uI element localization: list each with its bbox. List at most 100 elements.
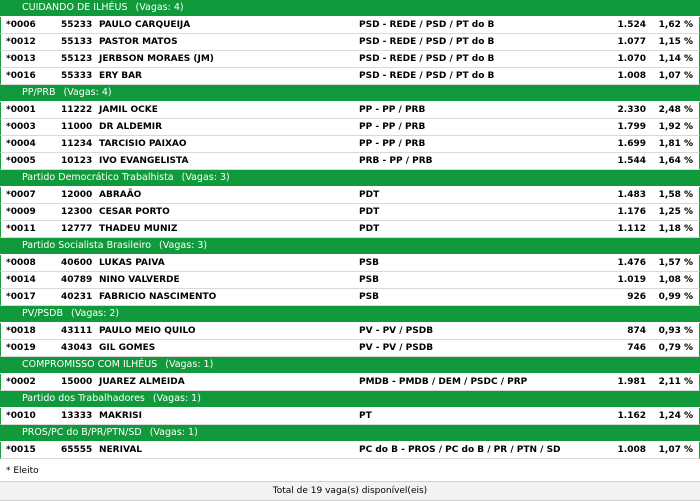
group-header: Partido Socialista Brasileiro (Vagas: 3) [0,238,700,254]
candidate-party: PP - PP / PRB [359,139,426,149]
candidate-percent: 1,57 % [658,258,693,268]
candidate-code: *0011 [6,224,36,234]
candidate-row: *0001 11222 JAMIL OCKE PP - PP / PRB 2.330 2,… [0,102,700,119]
candidate-percent: 1,18 % [658,224,693,234]
group-name: COMPROMISSO COM ILHÉUS [22,359,158,370]
candidate-row: *0006 55233 PAULO CARQUEIJA PSD - REDE / PS… [0,17,700,34]
candidate-percent: 2,11 % [658,377,693,387]
candidate-name: ABRAÃO [99,190,142,200]
candidate-number: 11234 [61,139,93,149]
candidate-code: *0006 [6,20,36,30]
group-name: Partido Socialista Brasileiro [22,240,152,251]
candidate-percent: 1,25 % [658,207,693,217]
group-name: PV/PSDB [22,308,64,319]
group-vagas: (Vagas: 1) [152,393,201,404]
candidate-party: PSD - REDE / PSD / PT do B [359,37,495,47]
candidate-party: PP - PP / PRB [359,122,426,132]
candidate-name: GIL GOMES [99,343,156,353]
group-vagas: (Vagas: 3) [159,240,208,251]
group-header: CUIDANDO DE ILHÉUS (Vagas: 4) [0,0,700,16]
candidate-number: 12000 [61,190,93,200]
candidate-name: THADEU MUNIZ [99,224,178,234]
candidate-percent: 1,81 % [658,139,693,149]
group-vagas: (Vagas: 2) [71,308,120,319]
candidate-code: *0019 [6,343,36,353]
candidate-row: *0016 55333 ERY BAR PSD - REDE / PSD / PT d… [0,68,700,85]
candidate-number: 11000 [61,122,93,132]
group-vagas: (Vagas: 3) [181,172,230,183]
candidate-votes: 1.524 [617,20,646,30]
group-header: PV/PSDB (Vagas: 2) [0,306,700,322]
candidate-code: *0009 [6,207,36,217]
candidate-code: *0008 [6,258,36,268]
candidate-party: PSD - REDE / PSD / PT do B [359,20,495,30]
candidate-code: *0010 [6,411,36,421]
candidate-name: IVO EVANGELISTA [99,156,189,166]
candidate-percent: 0,93 % [658,326,693,336]
candidate-party: PSB [359,292,379,302]
candidate-name: FABRICIO NASCIMENTO [99,292,217,302]
candidate-party: PC do B - PROS / PC do B / PR / PTN / SD [359,445,561,455]
candidate-row: *0012 55133 PASTOR MATOS PSD - REDE / PSD /… [0,34,700,51]
candidate-number: 40600 [61,258,93,268]
candidate-votes: 1.019 [617,275,646,285]
candidate-row: *0009 12300 CESAR PORTO PDT 1.176 1,25 % [0,204,700,221]
candidate-percent: 2,48 % [658,105,693,115]
candidate-name: MAKRISI [99,411,143,421]
candidate-code: *0017 [6,292,36,302]
candidate-votes: 1.008 [617,445,646,455]
candidate-number: 40231 [61,292,93,302]
candidate-code: *0013 [6,54,36,64]
candidate-row: *0018 43111 PAULO MEIO QUILO PV - PV / PSDB… [0,323,700,340]
candidate-votes: 1.008 [617,71,646,81]
candidate-number: 12777 [61,224,93,234]
candidate-number: 15000 [61,377,93,387]
candidate-votes: 1.799 [617,122,646,132]
candidate-row: *0004 11234 TARCISIO PAIXAO PP - PP / PRB 1.… [0,136,700,153]
candidate-row: *0019 43043 GIL GOMES PV - PV / PSDB 746 0,79… [0,340,700,357]
candidate-number: 65555 [61,445,93,455]
candidate-percent: 1,24 % [658,411,693,421]
group-name: Partido dos Trabalhadores [22,393,145,404]
candidate-votes: 1.699 [617,139,646,149]
candidate-number: 55233 [61,20,93,30]
candidate-party: PP - PP / PRB [359,105,426,115]
group-header: Partido Democrático Trabalhista (Vagas: 3… [0,170,700,186]
candidate-name: JAMIL OCKE [99,105,158,115]
candidate-row: *0014 40789 NINO VALVERDE PSB 1.019 1,08 % [0,272,700,289]
candidate-party: PV - PV / PSDB [359,343,434,353]
candidate-number: 43043 [61,343,93,353]
candidate-votes: 1.112 [617,224,646,234]
candidate-percent: 1,07 % [658,71,693,81]
candidate-party: PT [359,411,372,421]
candidate-name: NERIVAL [99,445,143,455]
group-header: PP/PRB (Vagas: 4) [0,85,700,101]
candidate-percent: 0,79 % [658,343,693,353]
candidate-name: NINO VALVERDE [99,275,180,285]
candidate-row: *0013 55123 JERBSON MORAES (JM) PSD - REDE … [0,51,700,68]
candidate-votes: 1.176 [617,207,646,217]
candidate-percent: 1,08 % [658,275,693,285]
candidate-code: *0015 [6,445,36,455]
group-vagas: (Vagas: 4) [63,87,112,98]
candidate-party: PDT [359,207,380,217]
candidate-row: *0010 13333 MAKRISI PT 1.162 1,24 % [0,408,700,425]
total-vacancies: Total de 19 vaga(s) disponível(eis) [0,481,700,501]
candidate-party: PRB - PP / PRB [359,156,433,166]
group-vagas: (Vagas: 1) [165,359,214,370]
candidate-code: *0016 [6,71,36,81]
candidate-number: 13333 [61,411,93,421]
group-name: Partido Democrático Trabalhista [22,172,174,183]
candidate-code: *0004 [6,139,36,149]
candidate-code: *0007 [6,190,36,200]
candidate-name: JUAREZ ALMEIDA [99,377,185,387]
candidate-name: JERBSON MORAES (JM) [99,54,214,64]
candidate-number: 43111 [61,326,93,336]
candidate-votes: 1.483 [617,190,646,200]
candidate-percent: 1,92 % [658,122,693,132]
candidate-code: *0005 [6,156,36,166]
candidate-party: PDT [359,224,380,234]
candidate-row: *0007 12000 ABRAÃO PDT 1.483 1,58 % [0,187,700,204]
candidate-votes: 1.981 [617,377,646,387]
candidate-party: PSB [359,275,379,285]
